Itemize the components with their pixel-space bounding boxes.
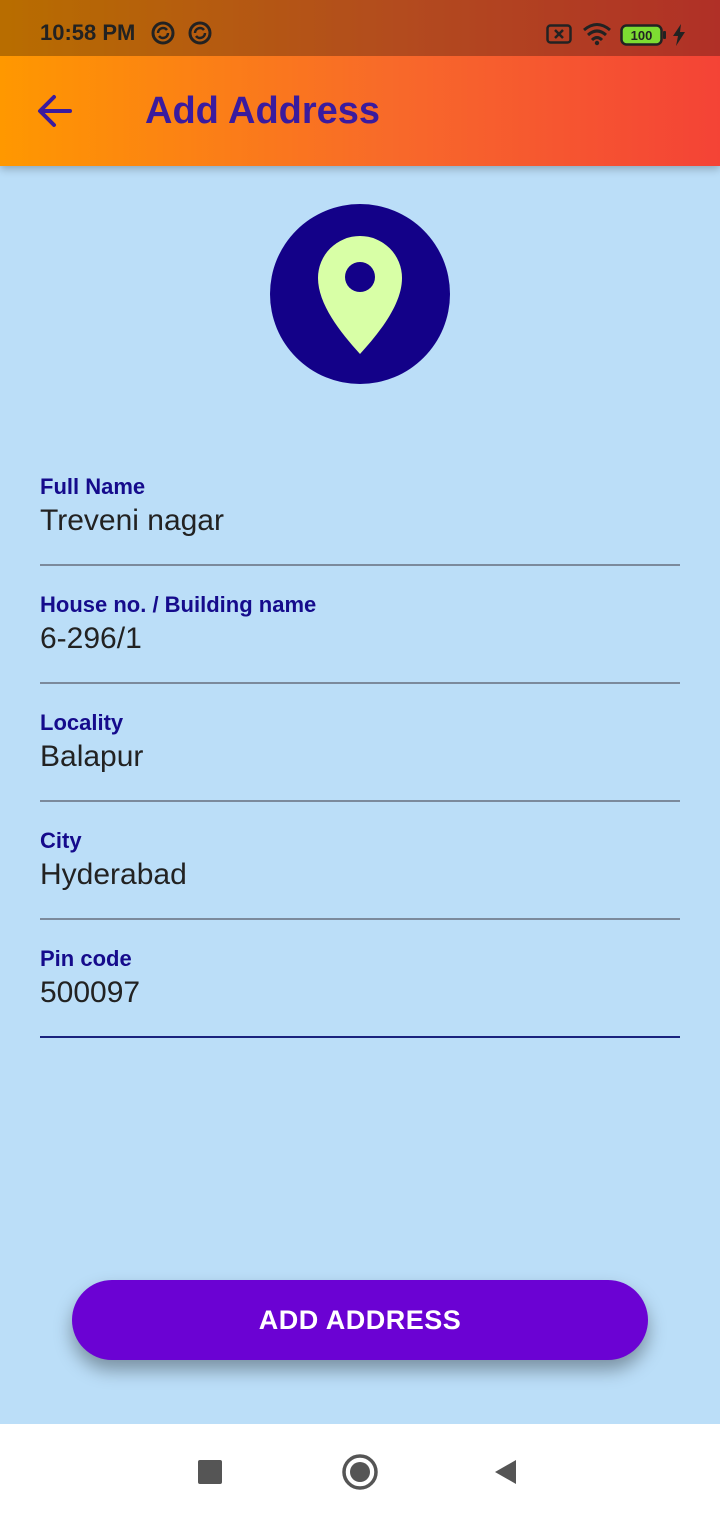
page-title: Add Address <box>145 90 381 132</box>
location-pin-icon <box>318 236 402 354</box>
full-name-input[interactable]: Treveni nagar <box>40 504 224 538</box>
battery-icon: 100 <box>620 24 666 46</box>
sync-icon <box>188 21 212 45</box>
pin-code-input[interactable]: 500097 <box>40 976 140 1010</box>
locality-input[interactable]: Balapur <box>40 740 143 774</box>
no-sim-icon <box>546 24 572 44</box>
charging-icon <box>673 24 685 46</box>
square-recents-icon[interactable] <box>196 1458 224 1486</box>
locality-underline <box>40 800 680 802</box>
status-bar: 10:58 PM 100 <box>0 0 720 56</box>
arrow-back-icon <box>38 95 72 127</box>
city-input[interactable]: Hyderabad <box>40 858 187 892</box>
pin-code-underline <box>40 1036 680 1038</box>
full-name-underline <box>40 564 680 566</box>
locality-label: Locality <box>40 710 124 735</box>
location-avatar <box>270 204 450 384</box>
city-underline <box>40 918 680 920</box>
wifi-icon <box>583 23 611 46</box>
city-label: City <box>40 828 82 853</box>
house-underline <box>40 682 680 684</box>
status-time: 10:58 PM <box>40 20 136 45</box>
circle-home-icon[interactable] <box>340 1452 380 1492</box>
pin-code-label: Pin code <box>40 946 132 971</box>
battery-level: 100 <box>631 28 653 43</box>
full-name-label: Full Name <box>40 474 146 499</box>
navigation-bar <box>0 1424 720 1520</box>
triangle-back-icon[interactable] <box>492 1458 520 1486</box>
sync-icon <box>151 21 175 45</box>
back-button[interactable] <box>30 88 82 134</box>
house-label: House no. / Building name <box>40 592 317 617</box>
app-bar: 10:58 PM 100 Add Address <box>0 0 720 166</box>
house-input[interactable]: 6-296/1 <box>40 622 142 656</box>
add-address-button[interactable]: ADD ADDRESS <box>72 1280 648 1360</box>
